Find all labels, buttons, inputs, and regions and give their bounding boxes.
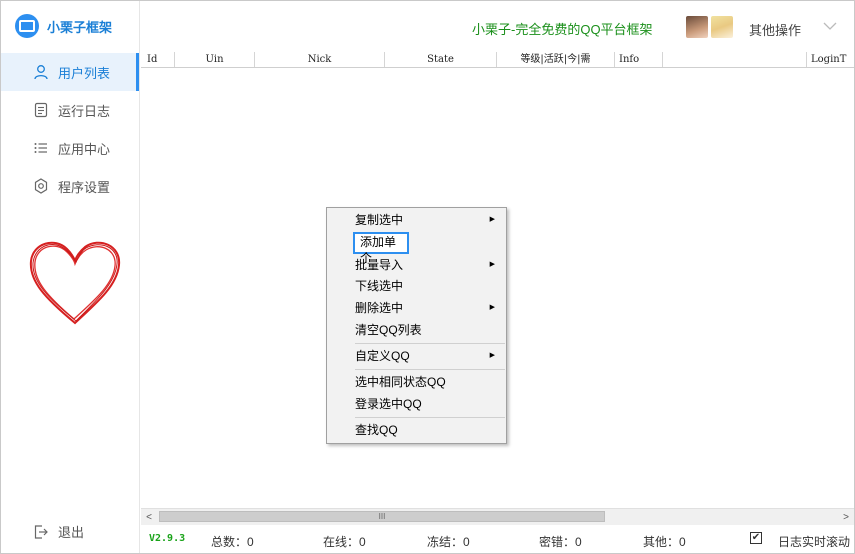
sidebar: 小栗子框架 用户列表 运行日志 应用中心 程序设置 退出 (1, 1, 140, 553)
column-header-blank[interactable] (663, 52, 807, 67)
column-header-uin[interactable]: Uin (175, 52, 255, 67)
menu-separator (355, 417, 505, 418)
gear-icon (33, 178, 49, 194)
menu-item-label: 登录选中QQ (355, 397, 422, 411)
logout-label: 退出 (58, 525, 85, 540)
menu-item-label: 清空QQ列表 (355, 323, 422, 337)
menu-separator (355, 343, 505, 344)
scroll-thumb[interactable]: III (159, 511, 605, 522)
sidebar-item-label: 运行日志 (58, 103, 111, 119)
version-label: V2.9.3 (149, 533, 186, 544)
avatar[interactable] (686, 16, 708, 38)
menu-item-login-selected[interactable]: 登录选中QQ (355, 394, 505, 414)
scroll-left-button[interactable]: < (141, 509, 157, 525)
menu-item-label: 自定义QQ (355, 349, 410, 363)
menu-separator (355, 369, 505, 370)
avatar-group (686, 16, 733, 38)
other-count: 其他：0 (643, 535, 686, 549)
submenu-arrow-icon: ▶ (489, 216, 495, 223)
menu-item-label: 复制选中 (355, 213, 404, 227)
app-logo: 小栗子框架 (15, 14, 112, 38)
log-scroll-label: 日志实时滚动 (778, 535, 851, 549)
context-menu: 复制选中 ▶ 添加单个 批量导入 ▶ 下线选中 删除选中 ▶ 清空QQ列表 自定义QQ… (326, 207, 507, 444)
menu-item-custom-qq[interactable]: 自定义QQ ▶ (355, 346, 505, 366)
list-icon (33, 140, 49, 156)
sidebar-item-label: 用户列表 (58, 65, 111, 81)
column-header-level[interactable]: 等级|活跃|今|需 (497, 52, 615, 67)
column-header-nick[interactable]: Nick (255, 52, 385, 67)
app-window: 小栗子框架 用户列表 运行日志 应用中心 程序设置 退出 小栗子-完全免费的QQ… (0, 0, 855, 554)
scroll-right-button[interactable]: > (838, 509, 854, 525)
menu-item-batch-import[interactable]: 批量导入 ▶ (355, 255, 505, 275)
sidebar-nav: 用户列表 运行日志 应用中心 程序设置 (1, 53, 139, 205)
header-title: 小栗子-完全免费的QQ平台框架 (472, 22, 653, 37)
submenu-arrow-icon: ▶ (489, 352, 495, 359)
column-header-info[interactable]: Info (615, 52, 663, 67)
sidebar-item-settings[interactable]: 程序设置 (1, 167, 139, 205)
sidebar-item-run-log[interactable]: 运行日志 (1, 91, 139, 129)
status-bar: V2.9.3 总数：0 在线：0 冻结：0 密错：0 其他：0 ✔ 日志实时滚动 (141, 525, 854, 553)
column-header-state[interactable]: State (385, 52, 497, 67)
other-operations-menu[interactable]: 其他操作 (749, 20, 801, 39)
submenu-arrow-icon: ▶ (489, 304, 495, 311)
menu-item-select-same-state[interactable]: 选中相同状态QQ (355, 372, 505, 392)
menu-item-copy-selected[interactable]: 复制选中 ▶ (355, 210, 505, 230)
document-icon (33, 102, 49, 118)
logo-icon (15, 14, 39, 38)
menu-item-label: 批量导入 (355, 258, 404, 272)
menu-item-label: 查找QQ (355, 423, 398, 437)
user-icon (33, 64, 49, 80)
total-count: 总数：0 (211, 535, 254, 549)
sidebar-item-user-list[interactable]: 用户列表 (1, 53, 139, 91)
logout-button[interactable]: 退出 (33, 522, 84, 541)
scroll-thumb-grip: III (378, 512, 386, 521)
submenu-arrow-icon: ▶ (489, 261, 495, 268)
menu-item-label: 下线选中 (355, 279, 404, 293)
horizontal-scrollbar[interactable]: < III > (141, 508, 854, 525)
online-count: 在线：0 (323, 535, 366, 549)
menu-item-delete-selected[interactable]: 删除选中 ▶ (355, 298, 505, 318)
sidebar-item-label: 应用中心 (58, 141, 111, 157)
app-name: 小栗子框架 (47, 19, 113, 35)
sidebar-item-label: 程序设置 (58, 179, 111, 195)
chevron-down-icon[interactable] (823, 21, 837, 31)
menu-item-offline-selected[interactable]: 下线选中 (355, 276, 505, 296)
table-header: Id Uin Nick State 等级|活跃|今|需 Info LoginT (141, 52, 854, 68)
menu-item-label: 选中相同状态QQ (355, 375, 446, 389)
avatar[interactable] (711, 16, 733, 38)
log-scroll-checkbox[interactable]: ✔ (750, 532, 762, 544)
sidebar-item-app-center[interactable]: 应用中心 (1, 129, 139, 167)
menu-item-clear-list[interactable]: 清空QQ列表 (355, 320, 505, 340)
column-header-logintime[interactable]: LoginT (807, 52, 854, 67)
menu-item-label: 删除选中 (355, 301, 404, 315)
heart-icon (29, 241, 121, 325)
frozen-count: 冻结：0 (427, 535, 470, 549)
logout-icon (33, 524, 49, 540)
wrong-password-count: 密错：0 (539, 535, 582, 549)
column-header-id[interactable]: Id (141, 52, 175, 67)
menu-item-add-single[interactable]: 添加单个 (353, 232, 409, 265)
menu-item-find-qq[interactable]: 查找QQ (355, 420, 505, 440)
check-mark-icon: ✔ (751, 532, 761, 543)
